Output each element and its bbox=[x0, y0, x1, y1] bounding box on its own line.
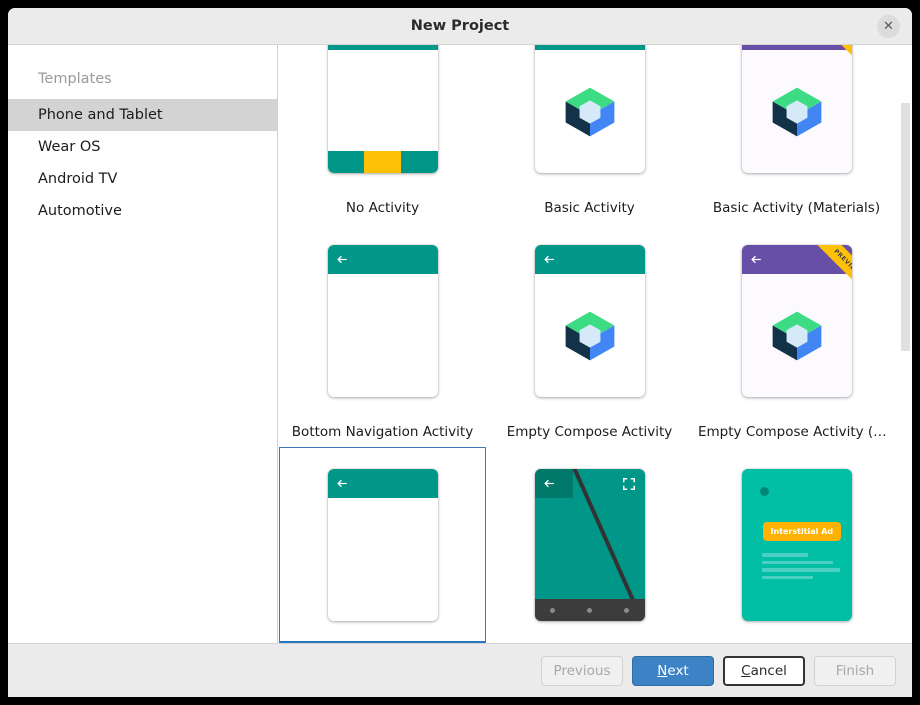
back-arrow-icon bbox=[543, 479, 554, 488]
sidebar-header: Templates bbox=[38, 71, 112, 87]
template-label: No Activity bbox=[345, 200, 420, 217]
dialog-title: New Project bbox=[410, 18, 510, 34]
thumbnail bbox=[327, 224, 438, 418]
camera-dot-icon bbox=[759, 487, 769, 497]
app-bar bbox=[327, 45, 438, 51]
phone-mock-empty-compose bbox=[534, 245, 645, 398]
app-bar bbox=[327, 468, 438, 498]
scrollbar-thumb[interactable] bbox=[901, 103, 910, 351]
next-mnemonic: N bbox=[657, 662, 668, 679]
sidebar: Templates Phone and Tablet Wear OS Andro… bbox=[8, 45, 278, 643]
template-label: Empty Compose Activity bbox=[506, 424, 673, 441]
thumbnail bbox=[534, 448, 645, 642]
phone-mock-empty-compose-material: PREVIEW bbox=[741, 245, 852, 398]
template-grid: No Activity Basic Activity Basic Activit… bbox=[278, 45, 912, 643]
jetpack-compose-logo-icon bbox=[565, 87, 614, 136]
template-label: Google AdMob Ads Activity bbox=[694, 642, 899, 643]
system-nav-bar bbox=[534, 599, 645, 622]
sidebar-item-label: Phone and Tablet bbox=[38, 107, 163, 123]
template-card-bottom-navigation-activity[interactable]: Bottom Navigation Activity bbox=[279, 223, 486, 447]
template-label-selected: Empty Activity bbox=[280, 641, 485, 643]
template-label: Basic Activity (Materials) bbox=[712, 200, 881, 217]
new-project-dialog: New Project ✕ Templates Phone and Tablet… bbox=[8, 8, 912, 697]
template-label: Empty Compose Activity (Ma... bbox=[698, 424, 899, 441]
template-label: Basic Activity bbox=[544, 200, 635, 217]
phone-mock-basic-activity bbox=[534, 45, 645, 174]
thumbnail bbox=[534, 45, 645, 194]
sidebar-item-wear-os[interactable]: Wear OS bbox=[8, 131, 277, 163]
template-card-google-admob-ads-activity[interactable]: Interstitial Ad Google AdMob Ads Activit… bbox=[693, 447, 900, 643]
preview-ribbon-label: PREVIEW bbox=[810, 245, 852, 299]
back-arrow-icon bbox=[336, 255, 347, 264]
previous-button[interactable]: Previous bbox=[541, 655, 623, 686]
next-rest: ext bbox=[667, 662, 689, 679]
template-card-no-activity[interactable]: No Activity bbox=[279, 45, 486, 223]
sidebar-item-label: Android TV bbox=[38, 171, 118, 187]
template-card-empty-compose-activity[interactable]: Empty Compose Activity bbox=[486, 223, 693, 447]
fullscreen-expand-icon bbox=[622, 478, 635, 491]
app-bar bbox=[327, 245, 438, 275]
app-bar bbox=[534, 245, 645, 275]
phone-mock-no-activity bbox=[327, 45, 438, 174]
preview-ribbon: PREVIEW bbox=[798, 245, 852, 299]
title-bar: New Project ✕ bbox=[8, 8, 912, 45]
cancel-button[interactable]: Cancel bbox=[723, 655, 805, 686]
template-card-empty-compose-activity-material[interactable]: PREVIEW Empty Compose Activity (Ma... bbox=[693, 223, 900, 447]
template-card-fullscreen-activity[interactable]: Fullscreen Activity bbox=[486, 447, 693, 643]
sidebar-item-android-tv[interactable]: Android TV bbox=[8, 163, 277, 195]
cancel-mnemonic: C bbox=[741, 662, 751, 679]
thumbnail bbox=[327, 45, 438, 194]
thumbnail bbox=[327, 448, 438, 641]
finish-button[interactable]: Finish bbox=[814, 655, 896, 686]
back-arrow-icon bbox=[750, 255, 761, 264]
content-lines bbox=[761, 553, 840, 583]
vertical-scrollbar[interactable] bbox=[899, 45, 912, 643]
jetpack-compose-logo-icon bbox=[772, 87, 821, 136]
back-arrow-icon bbox=[336, 479, 347, 487]
thumbnail: Interstitial Ad bbox=[741, 448, 852, 642]
dialog-footer: Previous Next Cancel Finish bbox=[8, 643, 912, 697]
template-card-basic-activity[interactable]: Basic Activity bbox=[486, 45, 693, 223]
phone-mock-admob: Interstitial Ad bbox=[741, 469, 852, 622]
thumbnail: PREVIEW bbox=[741, 45, 852, 194]
phone-mock-basic-activity-materials: PREVIEW bbox=[741, 45, 852, 174]
preview-ribbon: PREVIEW bbox=[798, 45, 852, 75]
phone-mock-bottom-navigation bbox=[327, 245, 438, 398]
sidebar-item-label: Wear OS bbox=[38, 139, 101, 155]
template-label: Fullscreen Activity bbox=[487, 642, 692, 643]
jetpack-compose-logo-icon bbox=[772, 311, 821, 360]
preview-ribbon-label: PREVIEW bbox=[810, 45, 852, 75]
template-label: Bottom Navigation Activity bbox=[291, 424, 474, 441]
next-button[interactable]: Next bbox=[632, 655, 714, 686]
app-bar bbox=[534, 45, 645, 51]
template-gallery: No Activity Basic Activity Basic Activit… bbox=[278, 45, 912, 643]
ad-canvas: Interstitial Ad bbox=[747, 475, 846, 616]
thumbnail: PREVIEW bbox=[741, 224, 852, 418]
cancel-rest: ancel bbox=[750, 662, 787, 679]
thumbnail bbox=[534, 224, 645, 418]
phone-mock-fullscreen bbox=[534, 469, 645, 622]
interstitial-ad-badge: Interstitial Ad bbox=[762, 522, 842, 542]
jetpack-compose-logo-icon bbox=[565, 311, 614, 360]
sidebar-item-label: Automotive bbox=[38, 203, 122, 219]
close-icon[interactable]: ✕ bbox=[877, 15, 900, 38]
back-arrow-icon bbox=[543, 255, 554, 264]
template-card-basic-activity-materials[interactable]: PREVIEW Bas bbox=[693, 45, 900, 223]
bottom-nav-bar bbox=[327, 151, 438, 174]
sidebar-item-automotive[interactable]: Automotive bbox=[8, 195, 277, 227]
template-card-empty-activity[interactable]: Empty Activity bbox=[279, 447, 486, 643]
sidebar-item-phone-and-tablet[interactable]: Phone and Tablet bbox=[8, 99, 277, 131]
fullscreen-canvas bbox=[534, 469, 645, 622]
phone-mock-empty-activity bbox=[327, 468, 438, 621]
dialog-body: Templates Phone and Tablet Wear OS Andro… bbox=[8, 45, 912, 643]
